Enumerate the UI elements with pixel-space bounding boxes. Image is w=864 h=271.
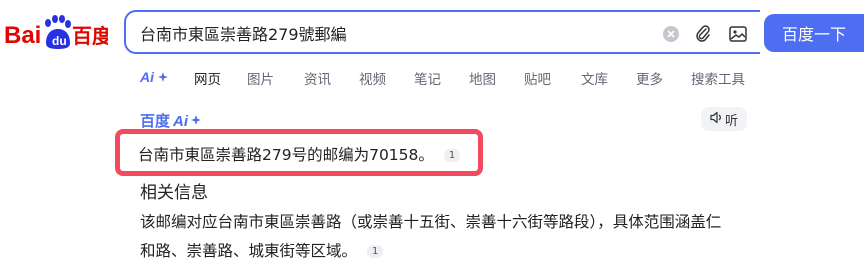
search-button[interactable]: 百度一下 — [764, 14, 864, 52]
logo-bai-text: Bai — [4, 22, 41, 49]
listen-label: 听 — [724, 113, 738, 129]
listen-button[interactable]: 听 — [701, 107, 747, 131]
citation-badge[interactable]: 1 — [367, 245, 384, 258]
svg-text:du: du — [52, 34, 67, 48]
image-search-icon[interactable] — [727, 23, 749, 45]
tab-more[interactable]: 更多 — [636, 68, 663, 88]
tab-ai-label: Ai — [140, 69, 155, 85]
search-input[interactable] — [140, 21, 640, 45]
detail-line-text: 和路、崇善路、城東街等区域。 — [140, 242, 358, 260]
section-heading: 相关信息 — [140, 183, 208, 203]
citation-badge[interactable]: 1 — [443, 149, 461, 162]
detail-line: 该邮编对应台南市東區崇善路（或崇善十五街、崇善十六街等路段），具体范围涵盖仁 — [140, 213, 722, 231]
tab-web[interactable]: 网页 — [194, 68, 221, 88]
sparkle-icon — [158, 72, 168, 82]
ai-answer-text: 台南市東區崇善路279号的邮编为70158。 — [138, 146, 434, 164]
ai-logo-suffix: Ai — [172, 113, 189, 130]
tab-images[interactable]: 图片 — [247, 68, 274, 88]
tab-news[interactable]: 资讯 — [304, 68, 331, 88]
detail-line: 和路、崇善路、城東街等区域。 1 — [140, 239, 384, 261]
logo-baidu-chinese-text: 百度 — [72, 24, 108, 48]
clear-icon[interactable] — [660, 23, 682, 45]
tab-tieba[interactable]: 贴吧 — [524, 68, 551, 88]
speaker-icon — [710, 111, 723, 128]
tab-search-tools[interactable]: 搜索工具 — [691, 68, 745, 88]
ai-logo-text: 百度 — [140, 112, 171, 130]
tab-video[interactable]: 视频 — [359, 68, 386, 88]
paperclip-icon[interactable] — [692, 23, 714, 45]
search-box[interactable] — [124, 10, 760, 54]
tab-notes[interactable]: 笔记 — [414, 68, 441, 88]
tab-ai[interactable]: Ai — [139, 69, 170, 89]
tab-maps[interactable]: 地图 — [469, 68, 496, 88]
ai-sparkle-icon — [191, 115, 201, 125]
ai-answer: 台南市東區崇善路279号的邮编为70158。 1 — [138, 143, 461, 165]
tab-wenku[interactable]: 文库 — [581, 68, 608, 88]
baidu-logo[interactable]: Bai du 百度 — [4, 10, 108, 54]
